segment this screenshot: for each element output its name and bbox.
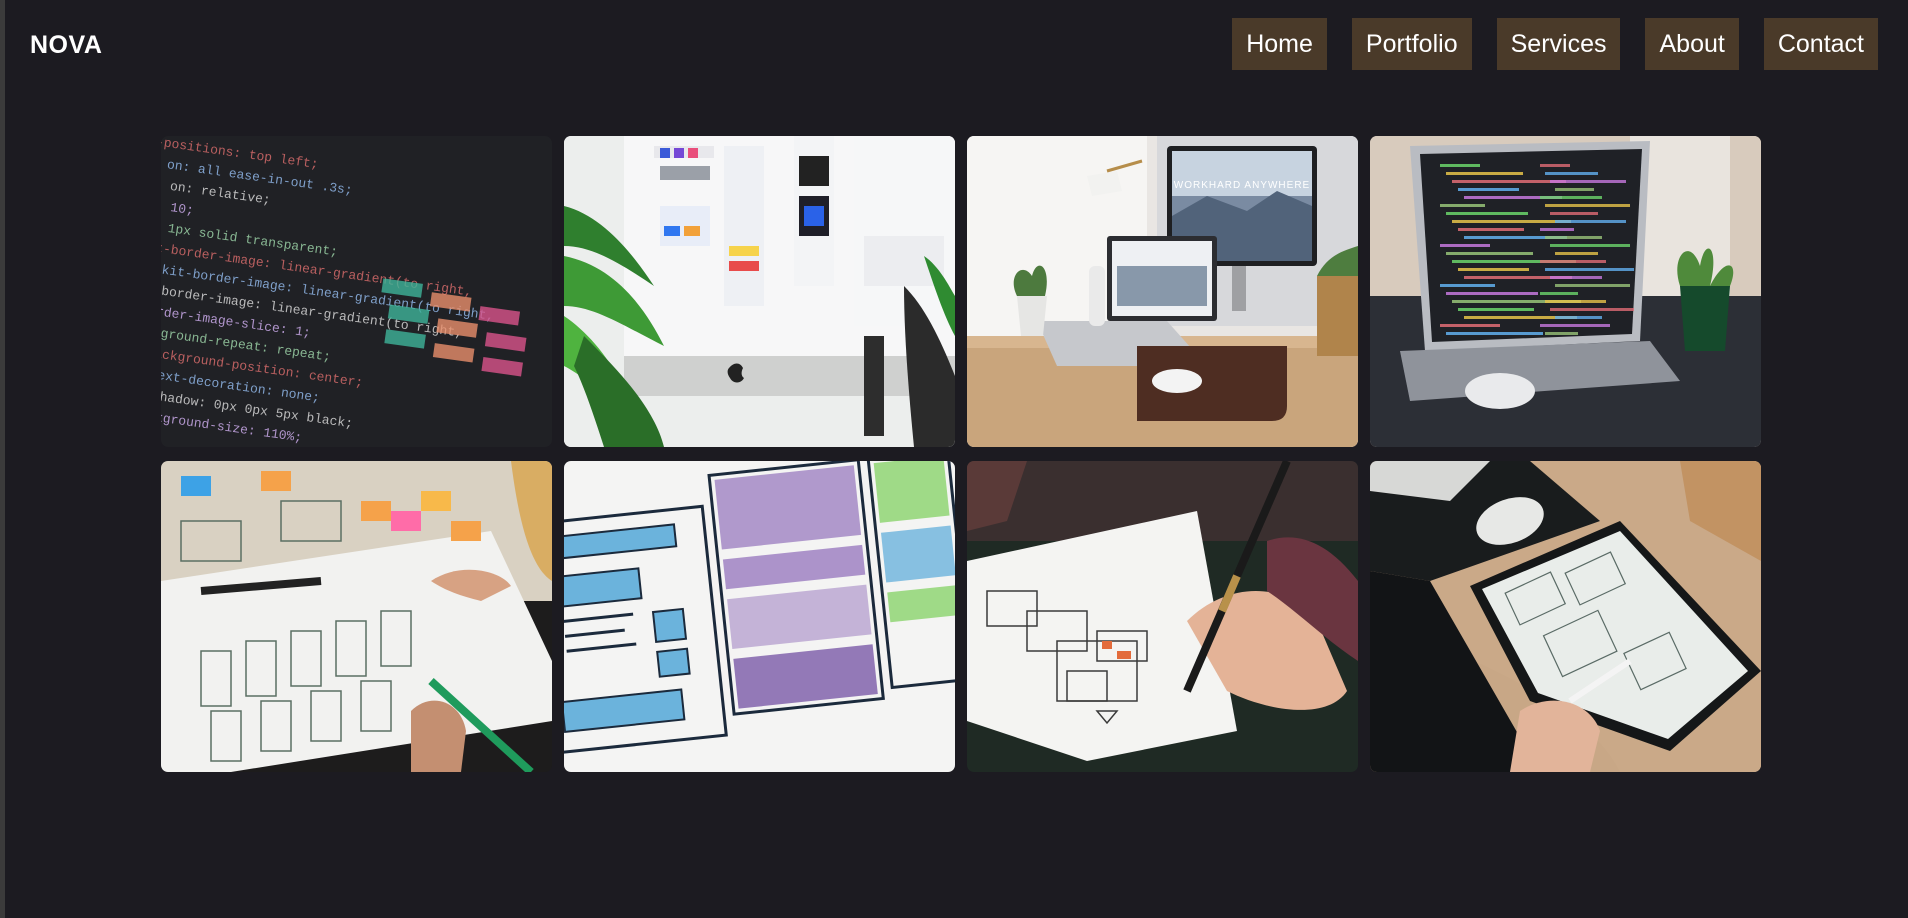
editor-line (1550, 308, 1634, 311)
editor-line (1446, 292, 1538, 295)
nav-about[interactable]: About (1645, 18, 1739, 70)
editor-line (1555, 316, 1602, 319)
editor-line (1540, 324, 1610, 327)
editor-line (1446, 332, 1543, 335)
editor-line (1458, 228, 1524, 231)
editor-line (1545, 172, 1598, 175)
nav-portfolio[interactable]: Portfolio (1351, 18, 1472, 70)
editor-line (1446, 172, 1523, 175)
laptop-code-editor-photo (1370, 136, 1761, 447)
editor-line (1440, 204, 1485, 207)
editor-line (1555, 284, 1630, 287)
editor-line (1545, 236, 1602, 239)
editor-line (1540, 164, 1570, 167)
editor-line (1540, 228, 1574, 231)
editor-line (1555, 188, 1594, 191)
gallery-item-wireframe-sketching[interactable] (161, 461, 552, 772)
desk-workspace-photo: WORKHARD ANYWHERE (967, 136, 1358, 447)
editor-line (1540, 292, 1578, 295)
editor-line (1555, 220, 1626, 223)
editor-line (1550, 212, 1598, 215)
main-nav: Home Portfolio Services About Contact (1232, 18, 1878, 70)
gallery-item-code-closeup[interactable]: -positions: top left; on: all ease-in-out… (161, 136, 552, 447)
wireframe-sketching-photo (161, 461, 552, 772)
gallery-item-tablet-wireframe[interactable] (1370, 461, 1761, 772)
editor-line (1440, 244, 1490, 247)
gallery-item-watercolor-wireframes[interactable] (564, 461, 955, 772)
editor-line (1446, 212, 1528, 215)
nav-home[interactable]: Home (1232, 18, 1327, 70)
monitor-screen-text: WORKHARD ANYWHERE (1174, 180, 1310, 191)
editor-line (1440, 324, 1500, 327)
editor-line (1555, 252, 1598, 255)
imac-ui-kit-photo (564, 136, 955, 447)
editor-line (1440, 164, 1480, 167)
nav-services[interactable]: Services (1496, 18, 1621, 70)
editor-line (1452, 220, 1571, 223)
editor-line (1458, 188, 1519, 191)
tablet-wireframe-photo (1370, 461, 1761, 772)
gallery-item-laptop-code-editor[interactable] (1370, 136, 1761, 447)
editor-line (1550, 180, 1626, 183)
editor-line (1540, 196, 1602, 199)
portfolio-gallery: -positions: top left; on: all ease-in-out… (161, 136, 1761, 772)
editor-line (1540, 260, 1606, 263)
watercolor-wireframes-photo (564, 461, 955, 772)
editor-line (1545, 300, 1606, 303)
brand-logo[interactable]: NOVA (30, 31, 102, 60)
editor-line (1458, 308, 1534, 311)
editor-line (1550, 276, 1602, 279)
editor-line (1446, 252, 1533, 255)
hand-drawing-wireframe-photo (967, 461, 1358, 772)
editor-line (1440, 284, 1495, 287)
editor-line (1545, 332, 1578, 335)
editor-line (1452, 180, 1566, 183)
editor-line (1545, 204, 1630, 207)
code-closeup-photo: -positions: top left;on: all ease-in-out… (161, 136, 552, 447)
editor-line (1550, 244, 1630, 247)
editor-line (1545, 268, 1634, 271)
page: NOVA Home Portfolio Services About Conta… (5, 0, 1908, 918)
editor-line (1458, 268, 1529, 271)
gallery-item-hand-drawing-wireframe[interactable] (967, 461, 1358, 772)
gallery-item-desk-workspace[interactable]: WORKHARD ANYWHERE (967, 136, 1358, 447)
nav-contact[interactable]: Contact (1763, 18, 1878, 70)
gallery-item-imac-ui-kit[interactable] (564, 136, 955, 447)
